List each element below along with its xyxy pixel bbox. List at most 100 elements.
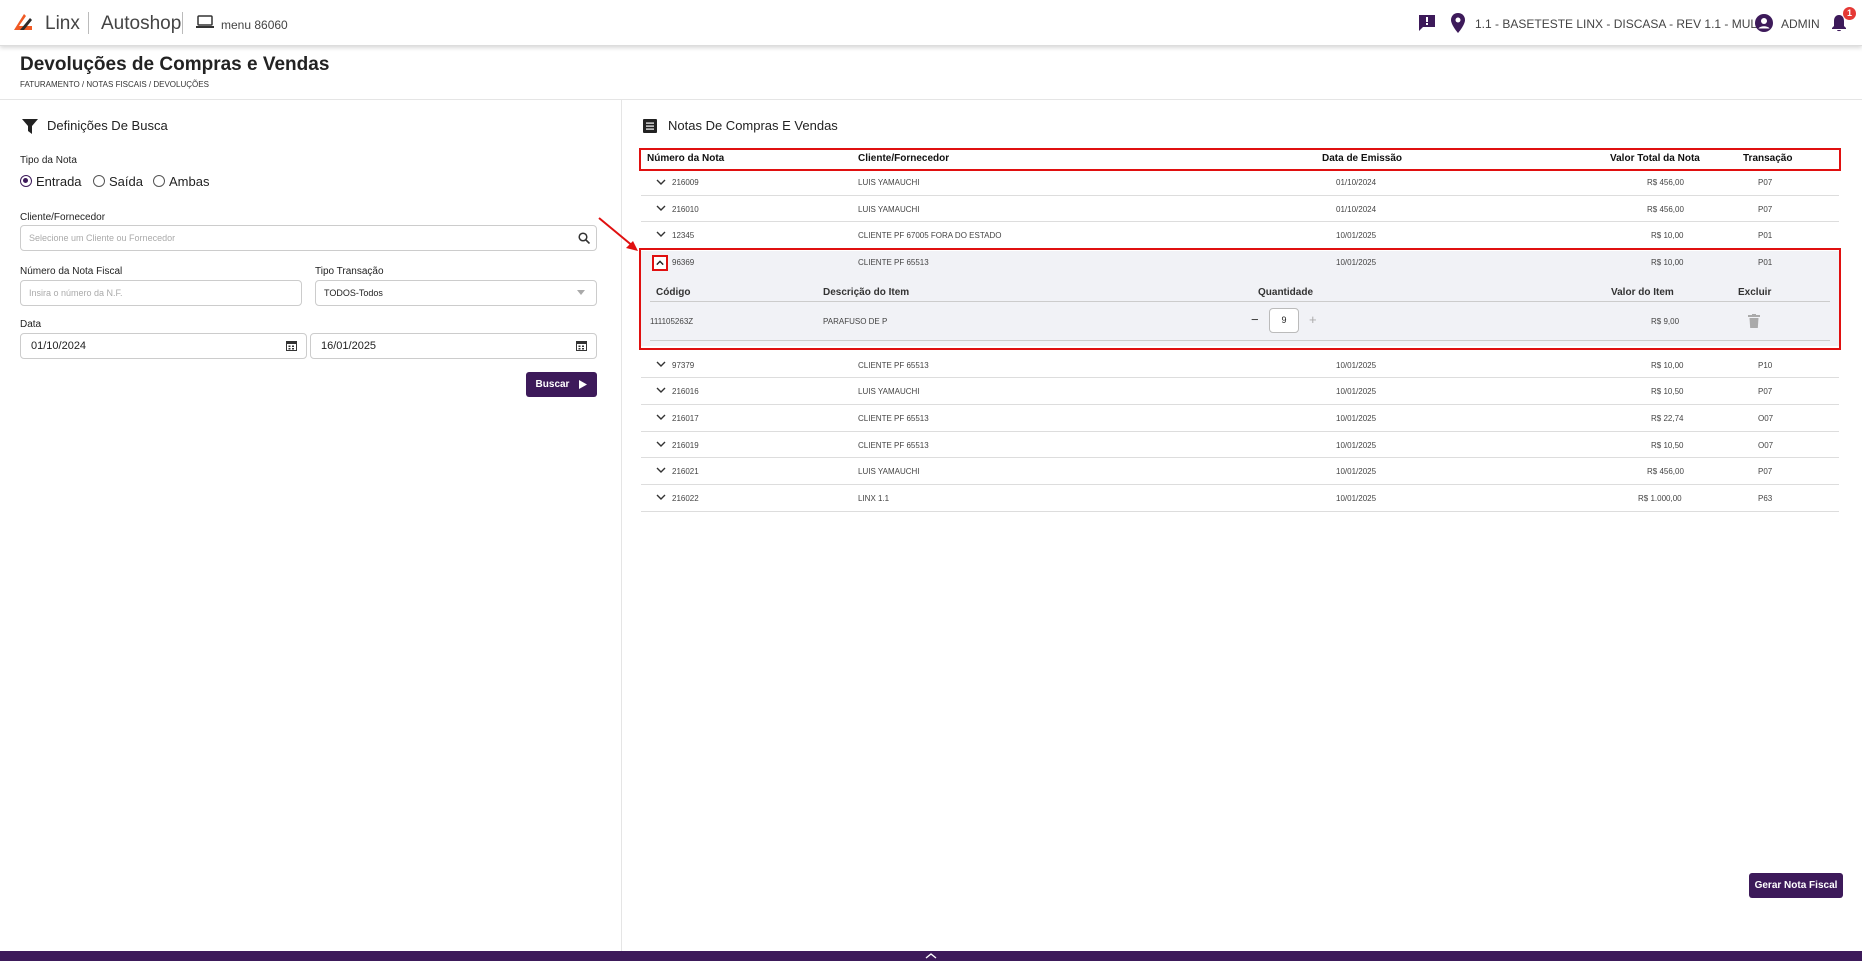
user-avatar-icon[interactable] [1755, 14, 1773, 32]
row-divider [641, 457, 1839, 458]
linx-logo-icon [14, 14, 32, 30]
cell-valor: R$ 1.000,00 [1638, 494, 1682, 503]
search-icon[interactable] [578, 232, 590, 244]
chevron-down-icon[interactable] [656, 387, 666, 393]
cell-valor: R$ 456,00 [1647, 178, 1684, 187]
col-numero-nota[interactable]: Número da Nota [647, 153, 724, 164]
radio-ambas[interactable] [153, 175, 165, 187]
list-icon [643, 119, 657, 133]
buscar-button-label: Buscar [535, 379, 570, 390]
cell-valor: R$ 10,00 [1651, 231, 1684, 240]
chevron-down-icon[interactable] [656, 205, 666, 211]
cell-transacao: P07 [1758, 178, 1773, 187]
row-divider [641, 377, 1839, 378]
date-from-input[interactable]: 01/10/2024 [20, 333, 307, 359]
data-label: Data [20, 319, 42, 330]
row-divider [641, 431, 1839, 432]
radio-saida-label[interactable]: Saída [109, 174, 143, 189]
cell-transacao: P10 [1758, 361, 1773, 370]
cell-valor: R$ 456,00 [1647, 467, 1684, 476]
cell-transacao: P63 [1758, 494, 1773, 503]
notification-badge: 1 [1843, 7, 1856, 20]
chevron-down-icon[interactable] [656, 441, 666, 447]
filter-icon [22, 119, 38, 134]
cell-cliente: LUIS YAMAUCHI [858, 178, 920, 187]
item-col-descricao: Descrição do Item [823, 287, 910, 298]
menu-label[interactable]: menu 86060 [221, 18, 288, 32]
radio-saida[interactable] [93, 175, 105, 187]
quantity-increment-button[interactable]: + [1309, 312, 1317, 327]
feedback-icon[interactable] [1418, 14, 1436, 32]
chevron-down-icon[interactable] [656, 179, 666, 185]
cliente-input[interactable]: Selecione um Cliente ou Fornecedor [20, 225, 597, 251]
item-valor: R$ 9,00 [1651, 317, 1680, 326]
top-bar: Linx Autoshop menu 86060 1.1 - BASETESTE… [0, 0, 1862, 46]
divider [0, 99, 1862, 100]
chevron-down-icon[interactable] [656, 414, 666, 420]
cell-valor: R$ 22,74 [1651, 414, 1684, 423]
col-cliente-fornecedor[interactable]: Cliente/Fornecedor [858, 153, 949, 164]
item-col-quantidade: Quantidade [1258, 287, 1314, 298]
page-title: Devoluções de Compras e Vendas [20, 54, 330, 75]
cell-transacao: P01 [1758, 258, 1773, 267]
nota-fiscal-label: Número da Nota Fiscal [20, 266, 123, 277]
cell-cliente: CLIENTE PF 65513 [858, 361, 929, 370]
chevron-down-icon[interactable] [656, 467, 666, 473]
cell-transacao: P07 [1758, 467, 1773, 476]
tipo-transacao-select[interactable]: TODOS-Todos [315, 280, 597, 306]
cell-valor: R$ 10,00 [1651, 258, 1684, 267]
cell-numero: 97379 [672, 361, 695, 370]
cell-cliente: LUIS YAMAUCHI [858, 205, 920, 214]
item-codigo: 111105263Z [650, 317, 694, 326]
cell-numero: 216022 [672, 494, 699, 503]
chevron-down-icon[interactable] [656, 361, 666, 367]
col-transacao[interactable]: Transação [1743, 153, 1792, 164]
row-divider [641, 221, 1839, 222]
cell-valor: R$ 10,50 [1651, 387, 1684, 396]
gerar-nota-fiscal-label: Gerar Nota Fiscal [1754, 880, 1838, 891]
tipo-transacao-label: Tipo Transação [315, 266, 384, 277]
chevron-up-icon[interactable] [925, 953, 937, 959]
row-divider [641, 511, 1839, 512]
row-divider [650, 301, 1830, 302]
calendar-icon[interactable] [286, 340, 297, 351]
row-divider [641, 404, 1839, 405]
chevron-down-icon[interactable] [656, 494, 666, 500]
col-data-emissao[interactable]: Data de Emissão [1322, 153, 1402, 164]
item-col-codigo: Código [656, 287, 691, 298]
notes-section-title: Notas De Compras E Vendas [668, 118, 838, 133]
trash-icon[interactable] [1748, 314, 1760, 328]
divider [182, 12, 183, 34]
nota-fiscal-input[interactable]: Insira o número da N.F. [20, 280, 302, 306]
cell-numero: 216017 [672, 414, 699, 423]
radio-entrada[interactable] [20, 175, 32, 187]
calendar-icon[interactable] [576, 340, 587, 351]
dropdown-arrow-icon[interactable] [577, 290, 585, 295]
tipo-nota-label: Tipo da Nota [20, 155, 77, 166]
cell-data: 10/01/2025 [1336, 387, 1377, 396]
col-valor-total[interactable]: Valor Total da Nota [1610, 153, 1700, 164]
quantity-decrement-button[interactable]: − [1251, 312, 1259, 327]
gerar-nota-fiscal-button[interactable]: Gerar Nota Fiscal [1749, 873, 1843, 898]
cell-data: 10/01/2025 [1336, 231, 1377, 240]
cell-numero: 216010 [672, 205, 699, 214]
radio-entrada-label[interactable]: Entrada [36, 174, 82, 189]
breadcrumb: FATURAMENTO / NOTAS FISCAIS / DEVOLUÇÕES [20, 80, 209, 89]
chevron-down-icon[interactable] [656, 231, 666, 237]
buscar-button[interactable]: Buscar [526, 372, 597, 397]
cell-data: 10/01/2025 [1336, 494, 1377, 503]
cell-cliente: CLIENTE PF 65513 [858, 258, 929, 267]
collapse-button[interactable] [652, 255, 668, 271]
date-to-input[interactable]: 16/01/2025 [310, 333, 597, 359]
cell-data: 10/01/2025 [1336, 414, 1377, 423]
cell-transacao: P01 [1758, 231, 1773, 240]
play-icon [579, 380, 588, 389]
cliente-label: Cliente/Fornecedor [20, 212, 106, 223]
radio-ambas-label[interactable]: Ambas [169, 174, 209, 189]
laptop-icon[interactable] [196, 15, 214, 29]
cell-numero: 216009 [672, 178, 699, 187]
cell-data: 10/01/2025 [1336, 467, 1377, 476]
location-label[interactable]: 1.1 - BASETESTE LINX - DISCASA - REV 1.1… [1475, 17, 1764, 31]
quantity-input[interactable]: 9 [1269, 308, 1299, 333]
user-name[interactable]: ADMIN [1781, 17, 1820, 31]
